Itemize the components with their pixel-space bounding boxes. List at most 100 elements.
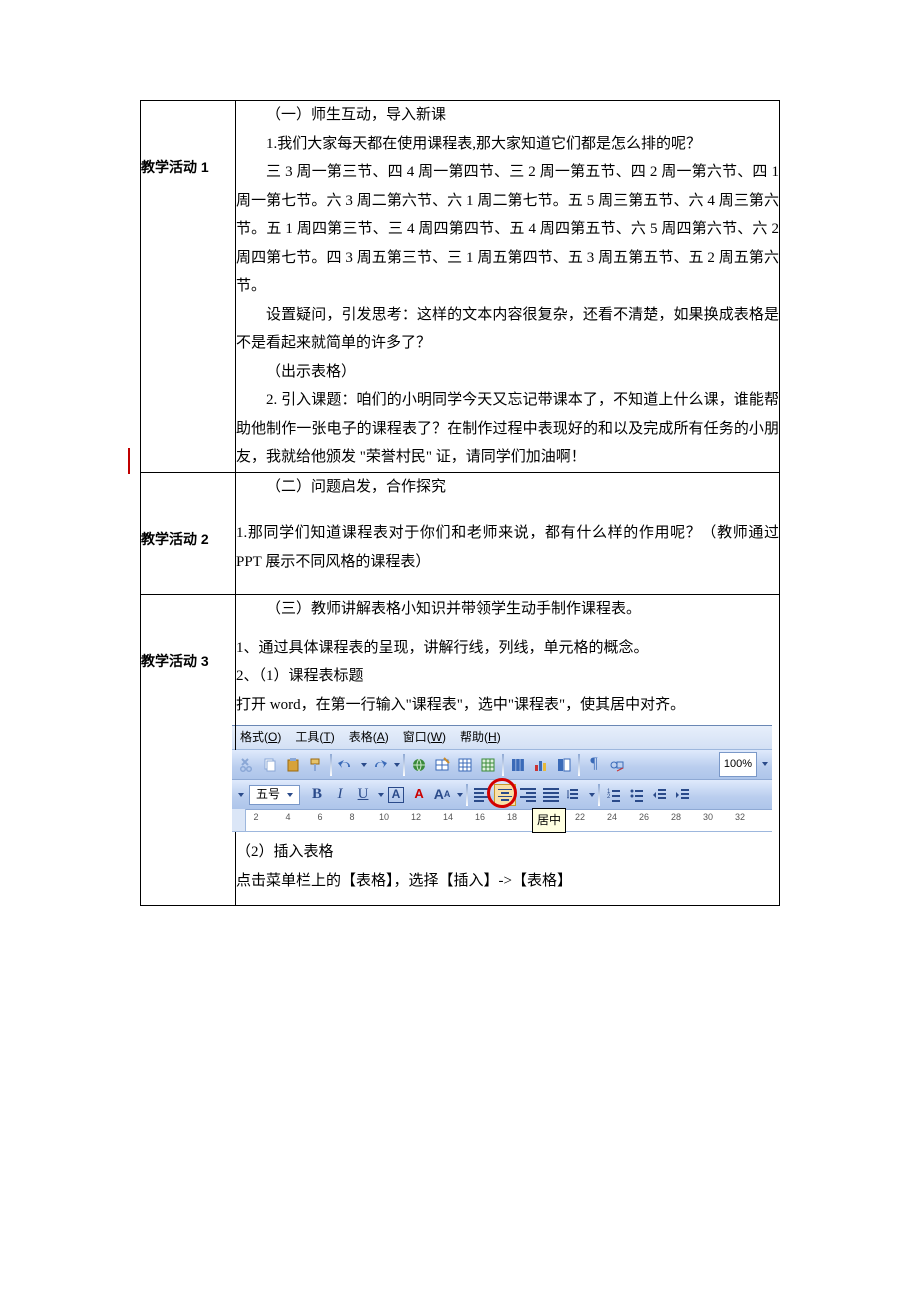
font-size-dropdown-icon [287, 793, 293, 797]
zoom-control[interactable]: 100% [719, 752, 768, 777]
insert-table-icon[interactable] [454, 754, 476, 776]
separator [578, 754, 580, 776]
svg-text:2: 2 [607, 794, 611, 800]
separator [330, 754, 332, 776]
redo-icon[interactable] [368, 754, 390, 776]
menu-format[interactable]: 格式(O) [240, 726, 281, 749]
font-color-button[interactable]: A [408, 784, 430, 806]
zoom-dropdown-icon[interactable] [762, 762, 768, 766]
ruler-number: 14 [443, 809, 453, 826]
columns-icon[interactable] [507, 754, 529, 776]
ruler-number: 16 [475, 809, 485, 826]
cut-icon[interactable] [236, 754, 258, 776]
standard-toolbar: ¶ 100% [232, 750, 772, 780]
activity1-p3: 设置疑问，引发思考：这样的文本内容很复杂，还看不清楚，如果换成表格是不是看起来就… [236, 301, 779, 358]
menu-table[interactable]: 表格(A) [349, 726, 389, 749]
activity1-p1: 1.我们大家每天都在使用课程表,那大家知道它们都是怎么排的呢？ [236, 130, 779, 159]
activity1-label: 教学活动 1 [141, 159, 209, 175]
ruler-number: 4 [285, 809, 290, 826]
align-center-tooltip: 居中 [532, 808, 566, 833]
separator [403, 754, 405, 776]
align-right-button[interactable] [517, 784, 539, 806]
formatting-toolbar: 五号 B I U A A AA [232, 780, 772, 810]
drawing-icon[interactable] [606, 754, 628, 776]
ruler-number: 26 [639, 809, 649, 826]
activity1-p4: （出示表格） [236, 358, 779, 387]
ruler-number: 28 [671, 809, 681, 826]
increase-indent-button[interactable] [672, 784, 694, 806]
align-center-button[interactable] [494, 784, 516, 806]
activity3-p3: 打开 word，在第一行输入"课程表"，选中"课程表"，使其居中对齐。 [236, 691, 779, 720]
bold-button[interactable]: B [306, 784, 328, 806]
activity2-content: （二）问题启发，合作探究 1.那同学们知道课程表对于你们和老师来说，都有什么样的… [236, 472, 780, 595]
separator [502, 754, 504, 776]
underline-button[interactable]: U [352, 784, 374, 806]
activity1-content: （一）师生互动，导入新课 1.我们大家每天都在使用课程表,那大家知道它们都是怎么… [236, 101, 780, 473]
char-scaling-button[interactable]: AA [431, 784, 453, 806]
undo-dropdown[interactable] [361, 763, 367, 767]
show-marks-icon[interactable]: ¶ [583, 754, 605, 776]
bullets-button[interactable] [626, 784, 648, 806]
activity3-p4: （2）插入表格 [236, 838, 779, 867]
font-border-button[interactable]: A [385, 784, 407, 806]
ruler-number: 12 [411, 809, 421, 826]
word-toolbar-screenshot: 格式(O) 工具(T) 表格(A) 窗口(W) 帮助(H) [232, 725, 772, 832]
char-scaling-dropdown[interactable] [457, 793, 463, 797]
undo-icon[interactable] [335, 754, 357, 776]
activity3-title: （三）教师讲解表格小知识并带领学生动手制作课程表。 [236, 595, 779, 624]
activity3-p1: 1、通过具体课程表的呈现，讲解行线，列线，单元格的概念。 [236, 634, 779, 663]
revision-mark [128, 448, 130, 474]
ruler-number: 6 [317, 809, 322, 826]
activity2-p1: 1.那同学们知道课程表对于你们和老师来说，都有什么样的作用呢？（教师通过 PPT… [236, 519, 779, 576]
activity2-label: 教学活动 2 [141, 531, 209, 547]
menu-bar: 格式(O) 工具(T) 表格(A) 窗口(W) 帮助(H) [232, 726, 772, 750]
menu-window[interactable]: 窗口(W) [403, 726, 446, 749]
activity-label-cell: 教学活动 3 [141, 595, 236, 906]
align-justify-button[interactable] [540, 784, 562, 806]
activity1-p5: 2. 引入课题：咱们的小明同学今天又忘记带课本了，不知道上什么课，谁能帮助他制作… [236, 386, 779, 472]
ruler-number: 30 [703, 809, 713, 826]
chart-icon[interactable] [530, 754, 552, 776]
style-dropdown[interactable] [238, 793, 244, 797]
ruler-number: 10 [379, 809, 389, 826]
font-size-value: 五号 [256, 783, 280, 806]
line-spacing-dropdown[interactable] [589, 793, 595, 797]
separator [466, 784, 468, 806]
table-row: 教学活动 1 （一）师生互动，导入新课 1.我们大家每天都在使用课程表,那大家知… [141, 101, 780, 473]
insert-worksheet-icon[interactable] [477, 754, 499, 776]
tables-borders-icon[interactable] [431, 754, 453, 776]
activities-table: 教学活动 1 （一）师生互动，导入新课 1.我们大家每天都在使用课程表,那大家知… [140, 100, 780, 906]
table-row: 教学活动 3 （三）教师讲解表格小知识并带领学生动手制作课程表。 1、通过具体课… [141, 595, 780, 906]
align-left-button[interactable] [471, 784, 493, 806]
document-page: 教学活动 1 （一）师生互动，导入新课 1.我们大家每天都在使用课程表,那大家知… [140, 100, 780, 906]
activity3-label: 教学活动 3 [141, 653, 209, 669]
activity3-content: （三）教师讲解表格小知识并带领学生动手制作课程表。 1、通过具体课程表的呈现，讲… [236, 595, 780, 906]
ruler-number: 22 [575, 809, 585, 826]
activity1-title: （一）师生互动，导入新课 [236, 101, 779, 130]
table-row: 教学活动 2 （二）问题启发，合作探究 1.那同学们知道课程表对于你们和老师来说… [141, 472, 780, 595]
hyperlink-icon[interactable] [408, 754, 430, 776]
numbering-button[interactable]: 12 [603, 784, 625, 806]
format-painter-icon[interactable] [305, 754, 327, 776]
ruler-number: 24 [607, 809, 617, 826]
font-size-selector[interactable]: 五号 [249, 785, 300, 805]
underline-dropdown[interactable] [378, 793, 384, 797]
menu-tools[interactable]: 工具(T) [295, 726, 334, 749]
ruler-gutter [232, 809, 246, 831]
activity3-p2: 2、（1）课程表标题 [236, 662, 779, 691]
copy-icon[interactable] [259, 754, 281, 776]
italic-button[interactable]: I [329, 784, 351, 806]
paste-icon[interactable] [282, 754, 304, 776]
separator [598, 784, 600, 806]
redo-dropdown[interactable] [394, 763, 400, 767]
activity1-p2: 三 3 周一第三节、四 4 周一第四节、三 2 周一第五节、四 2 周一第六节、… [236, 158, 779, 301]
line-spacing-button[interactable] [563, 784, 585, 806]
ruler-number: 8 [349, 809, 354, 826]
activity-label-cell: 教学活动 1 [141, 101, 236, 473]
zoom-value: 100% [719, 752, 757, 777]
activity-label-cell: 教学活动 2 [141, 472, 236, 595]
document-map-icon[interactable] [553, 754, 575, 776]
decrease-indent-button[interactable] [649, 784, 671, 806]
ruler[interactable]: 居中 24681012141618222426283032 [232, 810, 772, 832]
menu-help[interactable]: 帮助(H) [460, 726, 501, 749]
